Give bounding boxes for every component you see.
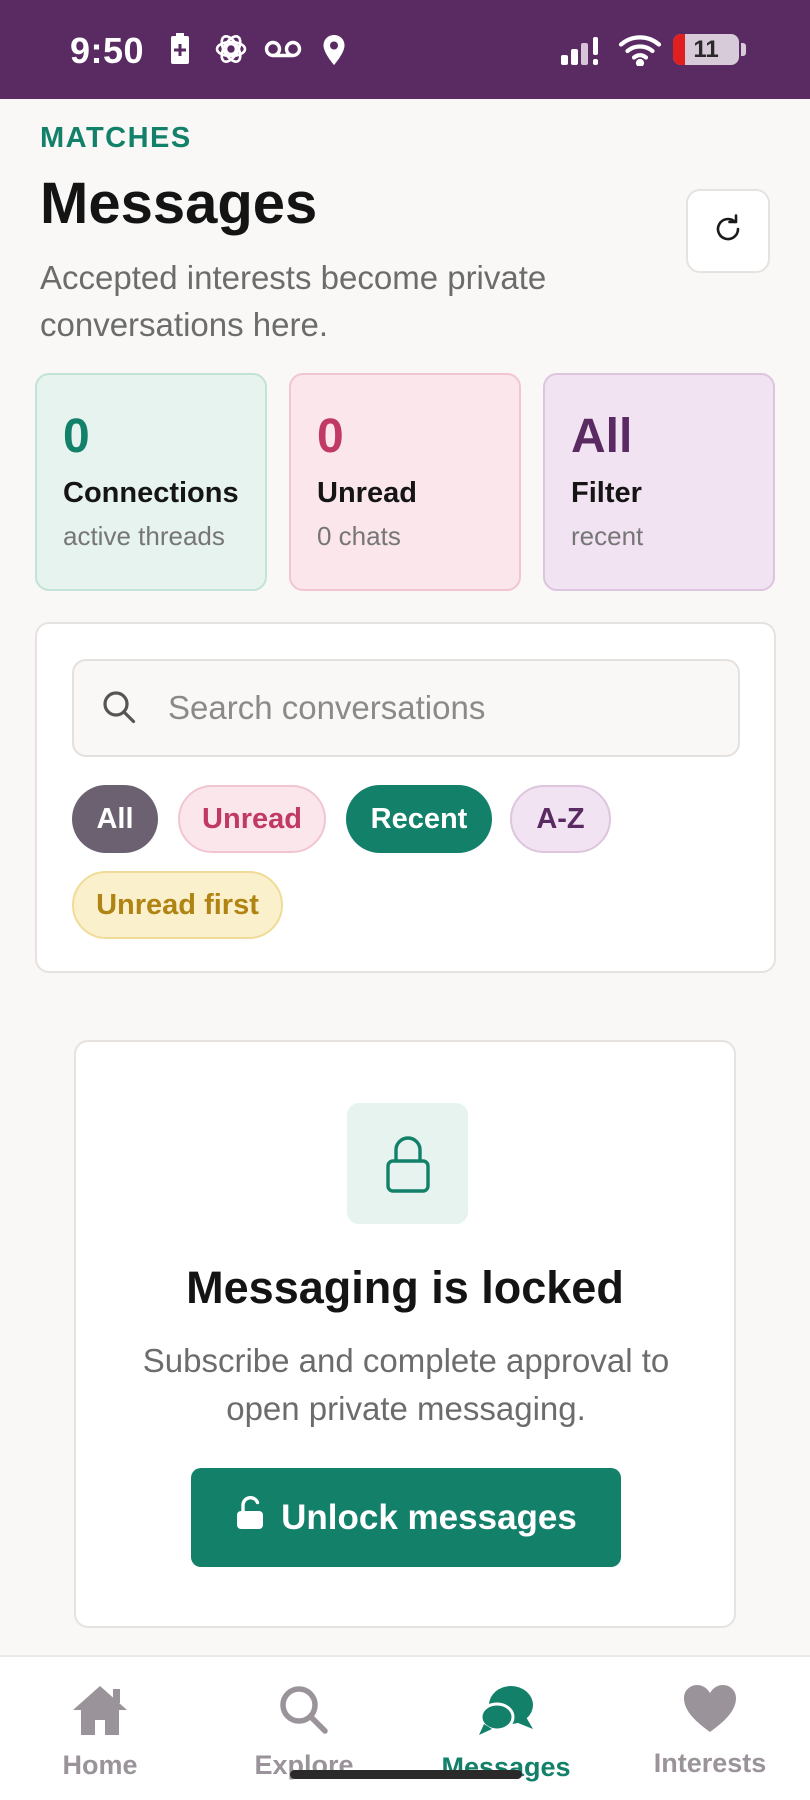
unlock-messages-button[interactable]: Unlock messages: [191, 1468, 621, 1567]
home-indicator: [290, 1770, 522, 1779]
tab-label: Home: [62, 1750, 138, 1780]
filter-chip-recent[interactable]: Recent: [346, 785, 492, 853]
search-icon: [276, 1686, 332, 1741]
openai-icon: [214, 32, 248, 71]
heart-icon: [682, 1685, 738, 1739]
stat-label: Filter: [571, 477, 642, 509]
filter-chip-unread-first[interactable]: Unread first: [72, 871, 283, 939]
stat-card-filter: All Filter recent: [543, 373, 775, 591]
tab-interests[interactable]: Interests: [630, 1683, 790, 1779]
search-icon: [100, 688, 138, 731]
unlock-button-label: Unlock messages: [281, 1497, 577, 1537]
filter-panel: All Unread Recent A-Z Unread first: [35, 622, 776, 973]
locked-description: Subscribe and complete approval to open …: [142, 1342, 670, 1427]
messaging-locked-card: Messaging is locked Subscribe and comple…: [74, 1040, 736, 1628]
stat-card-connections: 0 Connections active threads: [35, 373, 267, 591]
battery-saver-icon: [169, 32, 191, 71]
refresh-button[interactable]: [686, 189, 770, 273]
battery-indicator: 11: [673, 34, 739, 65]
battery-level: 11: [693, 36, 719, 63]
tab-messages[interactable]: Messages: [426, 1683, 586, 1783]
status-time: 9:50: [70, 30, 145, 71]
stat-sub: recent: [571, 521, 644, 551]
voicemail-icon: [264, 38, 302, 65]
refresh-icon: [711, 212, 745, 251]
wifi-icon: [618, 34, 662, 71]
stat-sub: 0 chats: [317, 521, 401, 551]
battery-nub: [741, 43, 746, 56]
stat-card-unread: 0 Unread 0 chats: [289, 373, 521, 591]
filter-chip-az[interactable]: A-Z: [510, 785, 611, 853]
stat-sub: active threads: [63, 521, 225, 551]
location-icon: [322, 34, 346, 71]
signal-icon: [560, 36, 604, 71]
search-box[interactable]: [72, 659, 740, 757]
chat-icon: [476, 1686, 536, 1743]
tab-label: Interests: [653, 1748, 767, 1778]
status-bar: 9:50 11: [0, 0, 810, 99]
tab-home[interactable]: Home: [20, 1683, 180, 1781]
stat-value: All: [571, 410, 633, 463]
unlock-icon: [235, 1495, 265, 1540]
stat-label: Connections: [63, 477, 239, 509]
stat-value: 0: [317, 410, 344, 463]
lock-icon: [347, 1103, 468, 1224]
search-input[interactable]: [168, 661, 718, 755]
filter-chip-unread[interactable]: Unread: [178, 785, 326, 853]
page-subtitle: Accepted interests become private conver…: [40, 259, 547, 343]
stat-label: Unread: [317, 477, 417, 509]
home-icon: [71, 1686, 129, 1741]
locked-title: Messaging is locked: [186, 1262, 624, 1313]
stat-value: 0: [63, 410, 90, 463]
filter-chip-all[interactable]: All: [72, 785, 158, 853]
tab-explore[interactable]: Explore: [224, 1683, 384, 1781]
section-eyebrow: MATCHES: [40, 122, 192, 154]
page-title: Messages: [40, 171, 318, 236]
